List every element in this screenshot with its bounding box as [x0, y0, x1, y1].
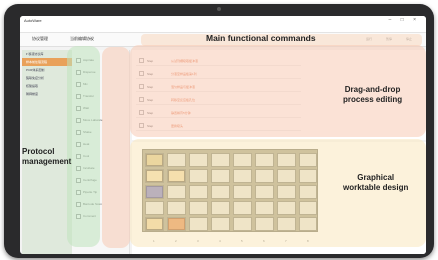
protocol-tree: ▾ 移液协议库 样本前处理流程 PCR体系配制 酶联免疫分析 核酸提取 稀释梯度 [22, 50, 72, 98]
command-list-highlight [102, 47, 130, 248]
window-controls[interactable]: – □ × [389, 17, 421, 23]
protocol-item[interactable]: 酶联免疫分析 [22, 74, 72, 82]
add-tab-button[interactable]: + [90, 36, 92, 41]
annotation-protocol-management: Protocol management [22, 147, 72, 166]
protocol-item[interactable]: PCR体系配制 [22, 66, 72, 74]
menu-bar: 文件 协议管理 设备配置 系统设置 实验数据 工具 帮助 [20, 26, 426, 40]
annotation-main-commands: Main functional commands [206, 33, 316, 43]
protocol-item[interactable]: 稀释梯度 [22, 90, 72, 98]
camera-dot [217, 7, 221, 11]
title-bar: AutoWare – □ × [20, 16, 426, 26]
protocol-highlight [67, 46, 100, 247]
app-title: AutoWare [24, 18, 42, 23]
protocol-item[interactable]: 核酸提取 [22, 82, 72, 90]
annotation-graphical-worktable: Graphical worktable design [343, 173, 409, 192]
worktable-highlight [130, 139, 426, 247]
tab-protocol-manage[interactable]: 协议管理 [32, 36, 48, 42]
protocol-item[interactable]: 样本前处理流程 [22, 58, 72, 66]
annotation-drag-drop: Drag-and-drop process editing [343, 85, 403, 104]
protocol-tree-root[interactable]: ▾ 移液协议库 [22, 50, 72, 58]
